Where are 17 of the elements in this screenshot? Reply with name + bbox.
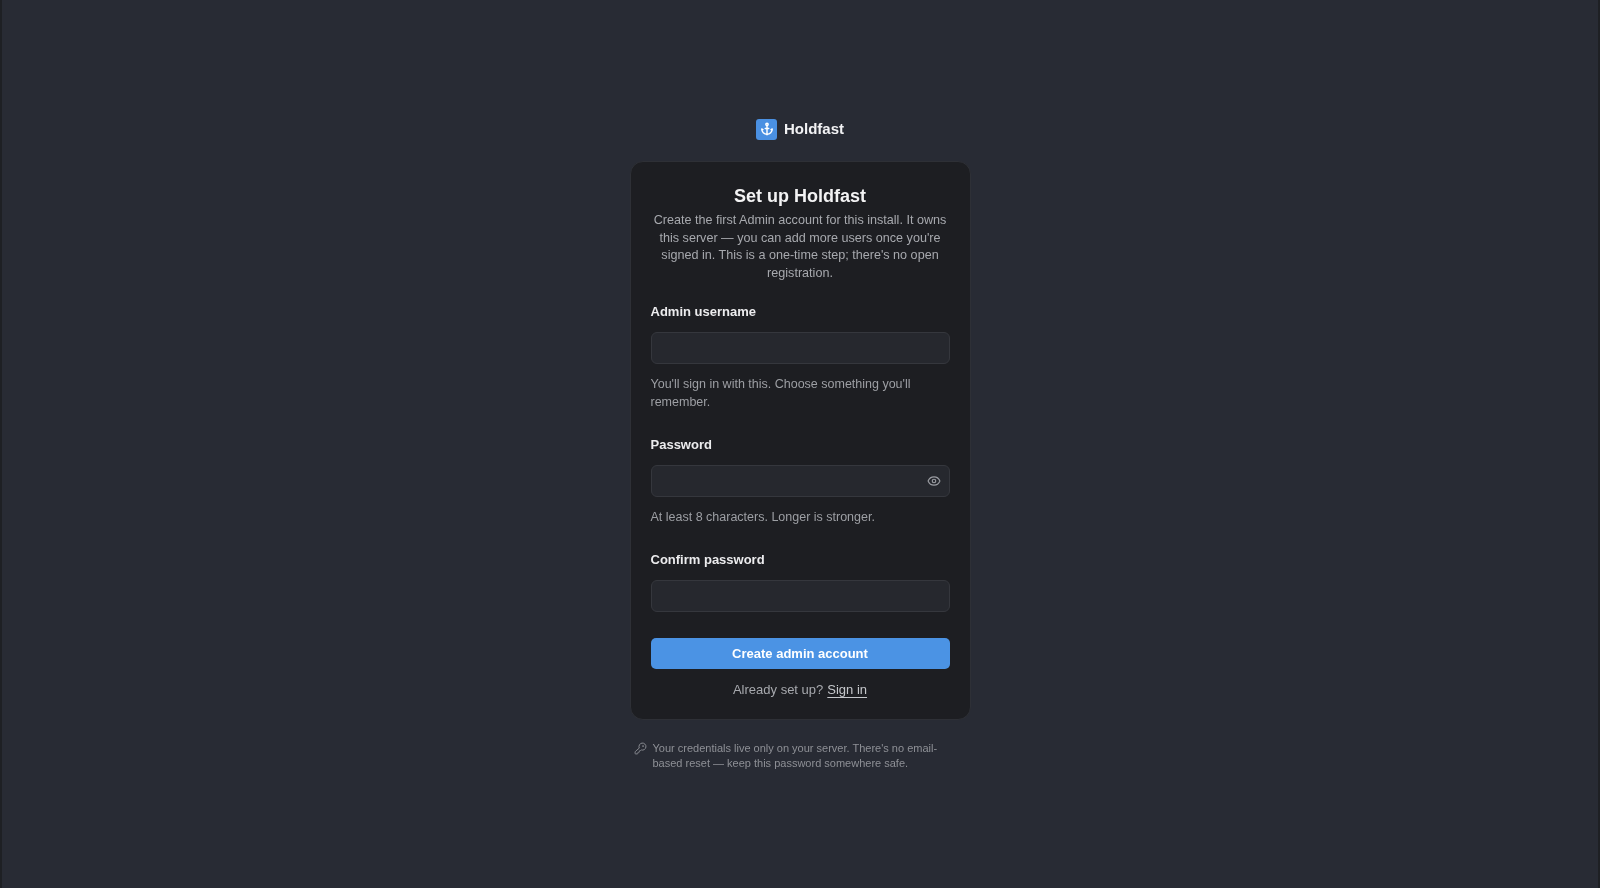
footer-note: Your credentials live only on your server. There's no email-based reset — keep this password somewhere safe. [652,741,939,771]
field-hint: You'll sign in with this. Choose something you'll remember. [650,376,912,412]
sign-in-link[interactable]: Sign in [827,681,868,700]
field-label: Password [650,437,713,454]
field-label: Confirm password [650,552,766,569]
key-icon [633,742,647,756]
field-label: Admin username [650,304,757,321]
signin-prompt-text: Already set up? [732,681,824,700]
input-field[interactable] [650,465,950,498]
field-hint: At least 8 characters. Longer is stronger. [650,509,876,527]
card-description: Create the first Admin account for this install. It owns this server — you can add more users once you're signed in. This is a one-time step; there's no open registration. [652,212,948,282]
input-field[interactable] [650,332,950,365]
anchor-icon [756,118,777,140]
card-title: Set up Holdfast [733,185,867,208]
input-field[interactable] [650,580,950,613]
brand-name: Holdfast [784,119,844,139]
eye-icon[interactable] [926,474,941,489]
